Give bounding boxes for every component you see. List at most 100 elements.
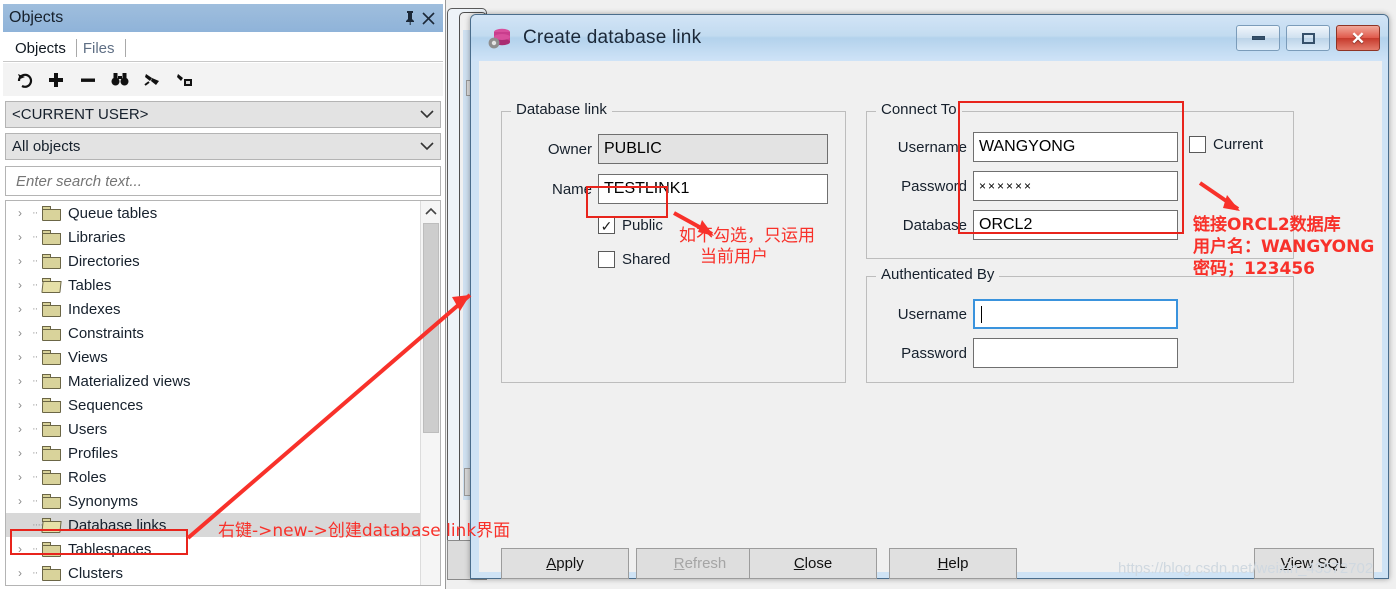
user-filter-dropdown[interactable]: <CURRENT USER> <box>5 101 441 128</box>
tree-item-label: Constraints <box>68 324 144 342</box>
folder-icon <box>42 301 61 317</box>
minimize-icon[interactable] <box>1236 25 1280 51</box>
folder-icon <box>42 397 61 413</box>
current-checkbox[interactable] <box>1189 136 1206 153</box>
scroll-up-icon[interactable] <box>421 201 440 221</box>
connect-database-label: Database <box>902 216 967 234</box>
tree-connector: ·· <box>32 375 38 387</box>
chevron-right-icon[interactable]: › <box>18 470 32 484</box>
owner-field-row: Owner PUBLIC <box>514 134 828 164</box>
tree-item-clusters[interactable]: › ·· Clusters <box>6 561 420 585</box>
object-type-dropdown[interactable]: All objects <box>5 133 441 160</box>
tab-files[interactable]: Files <box>79 38 125 61</box>
user-filter-value: <CURRENT USER> <box>12 106 149 123</box>
chevron-right-icon[interactable]: › <box>18 254 32 268</box>
owner-field[interactable]: PUBLIC <box>598 134 828 164</box>
current-checkbox-row[interactable]: Current <box>1189 136 1263 153</box>
maximize-icon[interactable] <box>1286 25 1330 51</box>
chevron-right-icon[interactable]: › <box>18 542 32 556</box>
tree-item-sequences[interactable]: › ·· Sequences <box>6 393 420 417</box>
tree-item-label: Tablespaces <box>68 540 152 558</box>
chevron-right-icon[interactable]: › <box>18 374 32 388</box>
help-button[interactable]: Help <box>889 548 1017 579</box>
tree-item-views[interactable]: › ·· Views <box>6 345 420 369</box>
help-mnemonic: H <box>937 555 949 572</box>
folder-icon <box>41 277 62 293</box>
tree-item-label: Libraries <box>68 228 126 246</box>
chevron-down-icon <box>420 108 434 122</box>
tree-item-materialized-views[interactable]: › ·· Materialized views <box>6 369 420 393</box>
tree-item-roles[interactable]: › ·· Roles <box>6 465 420 489</box>
tree-item-queue-tables[interactable]: › ·· Queue tables <box>6 201 420 225</box>
connect-database-field[interactable]: ORCL2 <box>973 210 1178 240</box>
folder-icon <box>41 517 62 533</box>
chevron-right-icon[interactable]: › <box>18 398 32 412</box>
tree-item-tables[interactable]: › ·· Tables <box>6 273 420 297</box>
close-button[interactable]: Close <box>749 548 877 579</box>
tree-item-libraries[interactable]: › ·· Libraries <box>6 225 420 249</box>
connect-password-label: Password <box>901 177 967 195</box>
shared-checkbox[interactable] <box>598 251 615 268</box>
tree-item-indexes[interactable]: › ·· Indexes <box>6 297 420 321</box>
apply-button[interactable]: Apply <box>501 548 629 579</box>
tab-separator-1 <box>75 39 77 57</box>
find-icon[interactable] <box>107 68 133 92</box>
name-field[interactable]: TESTLINK1 <box>598 174 828 204</box>
tree-item-label: Database links <box>68 516 167 534</box>
connect-to-legend: Connect To <box>876 101 962 118</box>
help-label: elp <box>948 555 969 572</box>
search-field-wrapper[interactable] <box>5 166 441 196</box>
tools-icon[interactable] <box>171 68 197 92</box>
chevron-right-icon[interactable]: › <box>18 302 32 316</box>
watermark: https://blog.csdn.net/weixin_43572702 <box>1118 560 1374 577</box>
tree-connector: ·· <box>32 207 38 219</box>
connect-username-field[interactable]: WANGYONG <box>973 132 1178 162</box>
auth-username-field[interactable] <box>973 299 1178 329</box>
tree-scrollbar[interactable] <box>420 201 440 585</box>
object-type-value: All objects <box>12 138 81 155</box>
add-icon[interactable] <box>43 68 69 92</box>
remove-icon[interactable] <box>75 68 101 92</box>
public-checkbox[interactable]: ✓ <box>598 217 615 234</box>
dialog-titlebar[interactable]: Create database link ✕ <box>471 15 1388 61</box>
auth-password-field[interactable] <box>973 338 1178 368</box>
chevron-right-icon[interactable]: › <box>18 278 32 292</box>
search-input[interactable] <box>14 171 432 191</box>
chevron-right-icon[interactable]: › <box>18 350 32 364</box>
close-icon[interactable] <box>419 9 437 27</box>
chevron-right-icon[interactable]: › <box>18 446 32 460</box>
folder-icon <box>42 541 61 557</box>
tree-item-users[interactable]: › ·· Users <box>6 417 420 441</box>
tree-scrollbar-thumb[interactable] <box>423 223 439 433</box>
close-icon[interactable]: ✕ <box>1336 25 1380 51</box>
tree-item-tablespaces[interactable]: › ·· Tablespaces <box>6 537 420 561</box>
chevron-right-icon[interactable]: › <box>18 422 32 436</box>
refresh-icon[interactable] <box>11 68 37 92</box>
object-tree-list: › ·· Queue tables › ·· Libraries › ·· Directorie… <box>6 201 420 585</box>
tree-item-label: Sequences <box>68 396 144 414</box>
tree-item-synonyms[interactable]: › ·· Synonyms <box>6 489 420 513</box>
shared-checkbox-row[interactable]: Shared <box>598 251 670 268</box>
check-icon: ✓ <box>600 217 613 234</box>
connect-password-field[interactable]: ×××××× <box>973 171 1178 201</box>
chevron-right-icon[interactable]: › <box>18 206 32 220</box>
create-database-link-dialog: Create database link ✕ Database link Own… <box>470 14 1389 579</box>
tree-item-constraints[interactable]: › ·· Constraints <box>6 321 420 345</box>
pin-icon[interactable] <box>401 9 419 27</box>
filter-icon[interactable] <box>139 68 165 92</box>
tab-objects[interactable]: Objects <box>11 38 76 61</box>
folder-icon <box>42 445 61 461</box>
public-checkbox-row[interactable]: ✓ Public <box>598 217 663 234</box>
chevron-right-icon[interactable]: › <box>18 566 32 580</box>
chevron-down-icon <box>420 140 434 154</box>
tree-item-directories[interactable]: › ·· Directories <box>6 249 420 273</box>
object-tree[interactable]: › ·· Queue tables › ·· Libraries › ·· Directorie… <box>5 200 441 586</box>
tree-item-label: Views <box>68 348 108 366</box>
tree-item-database-links[interactable]: ···· Database links <box>6 513 420 537</box>
chevron-right-icon[interactable]: › <box>18 494 32 508</box>
tree-connector: ·· <box>32 279 38 291</box>
chevron-right-icon[interactable]: › <box>18 230 32 244</box>
tree-item-profiles[interactable]: › ·· Profiles <box>6 441 420 465</box>
chevron-right-icon[interactable]: › <box>18 326 32 340</box>
folder-icon <box>42 325 61 341</box>
